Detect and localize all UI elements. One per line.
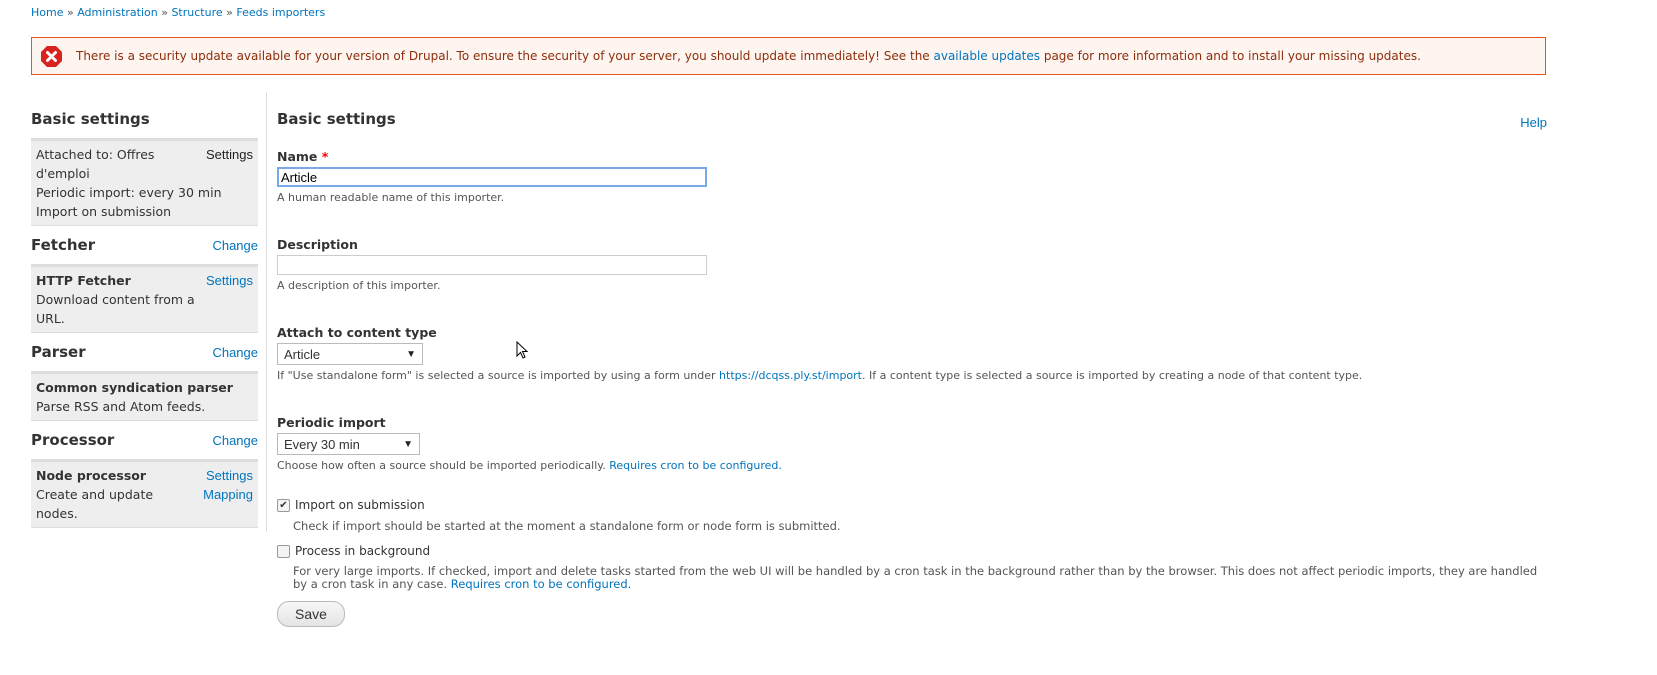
breadcrumb: Home » Administration » Structure » Feed… <box>31 6 325 19</box>
sidebar-section-processor-header: Processor Change <box>31 421 258 459</box>
processor-description: Create and update nodes. <box>36 487 154 521</box>
breadcrumb-feeds-importers[interactable]: Feeds importers <box>236 6 325 19</box>
requires-cron-link[interactable]: Requires cron to be configured. <box>451 577 632 591</box>
import-on-submission-description: Check if import should be started at the… <box>293 519 841 533</box>
breadcrumb-home[interactable]: Home <box>31 6 63 19</box>
basic-settings-link[interactable]: Settings <box>206 145 253 164</box>
content-type-description: If "Use standalone form" is selected a s… <box>277 369 1363 382</box>
breadcrumb-separator: » <box>66 6 74 19</box>
parser-change-link[interactable]: Change <box>212 345 258 360</box>
periodic-import-field-group: Periodic import Every 30 min ▼ Choose how… <box>277 415 782 472</box>
import-on-submission-group: ✔ Import on submission Check if import s… <box>277 498 841 533</box>
required-marker: * <box>321 149 329 164</box>
process-in-background-group: Process in background For very large imp… <box>277 544 1547 591</box>
breadcrumb-separator: » <box>161 6 168 19</box>
periodic-import-description: Choose how often a source should be impo… <box>277 459 782 472</box>
name-input[interactable] <box>277 167 707 187</box>
help-link[interactable]: Help <box>1520 115 1547 130</box>
sidebar-processor-box: Node processor Create and update nodes. … <box>31 459 258 528</box>
save-button[interactable]: Save <box>277 601 345 627</box>
fetcher-change-link[interactable]: Change <box>212 238 258 253</box>
standalone-form-link[interactable]: https://dcqss.ply.st/import <box>719 369 862 382</box>
periodic-import-select[interactable]: Every 30 min ▼ <box>277 433 420 455</box>
sidebar-section-title: Basic settings <box>31 110 150 128</box>
mouse-cursor-icon <box>516 341 528 359</box>
content-type-select[interactable]: Article ▼ <box>277 343 423 365</box>
dropdown-arrow-icon: ▼ <box>403 438 413 450</box>
description-label: Description <box>277 237 358 252</box>
fetcher-name: HTTP Fetcher <box>36 273 131 288</box>
description-help: A description of this importer. <box>277 279 441 292</box>
checkbox-checked-icon[interactable]: ✔ <box>277 498 290 512</box>
parser-description: Parse RSS and Atom feeds. <box>36 399 206 414</box>
periodic-import-label: Periodic import <box>277 415 386 430</box>
description-input[interactable] <box>277 255 707 275</box>
parser-name: Common syndication parser <box>36 380 233 395</box>
sidebar-parser-box: Common syndication parser Parse RSS and … <box>31 371 258 421</box>
processor-mapping-link[interactable]: Mapping <box>203 485 253 504</box>
periodic-import-text: Periodic import: every 30 min <box>36 185 222 200</box>
processor-name: Node processor <box>36 468 147 483</box>
import-on-submission-text: Import on submission <box>36 204 172 219</box>
name-label: Name <box>277 149 318 164</box>
fetcher-description: Download content from a URL. <box>36 292 195 326</box>
page-title: Basic settings <box>277 110 396 128</box>
dropdown-arrow-icon: ▼ <box>406 348 416 360</box>
available-updates-link[interactable]: available updates <box>934 49 1041 63</box>
name-field-group: Name * A human readable name of this imp… <box>277 149 707 204</box>
sidebar-section-fetcher-header: Fetcher Change <box>31 226 258 264</box>
sidebar-section-parser-header: Parser Change <box>31 333 258 371</box>
breadcrumb-separator: » <box>226 6 233 19</box>
column-divider <box>266 92 267 532</box>
attached-to-text: Attached to: Offres d'emploi <box>36 147 155 181</box>
description-field-group: Description A description of this import… <box>277 237 707 292</box>
import-on-submission-checkbox[interactable]: ✔ Import on submission <box>277 498 841 512</box>
sidebar-section-title: Processor <box>31 431 115 449</box>
content-type-label: Attach to content type <box>277 325 437 340</box>
checkbox-unchecked-icon[interactable] <box>277 544 290 558</box>
security-update-message: There is a security update available for… <box>31 37 1546 75</box>
processor-settings-link[interactable]: Settings <box>206 466 253 485</box>
sidebar-fetcher-box: HTTP Fetcher Download content from a URL… <box>31 264 258 333</box>
process-in-background-checkbox[interactable]: Process in background <box>277 544 1547 558</box>
sidebar-section-basic-header: Basic settings <box>31 100 258 138</box>
sidebar-basic-box: Attached to: Offres d'emploi Periodic im… <box>31 138 258 226</box>
fetcher-settings-link[interactable]: Settings <box>206 271 253 290</box>
name-description: A human readable name of this importer. <box>277 191 505 204</box>
processor-change-link[interactable]: Change <box>212 433 258 448</box>
sidebar-section-title: Parser <box>31 343 86 361</box>
content-type-field-group: Attach to content type Article ▼ If "Use … <box>277 325 1547 382</box>
process-in-background-description: For very large imports. If checked, impo… <box>293 564 1538 591</box>
error-icon <box>41 45 62 67</box>
importer-sidebar: Basic settings Attached to: Offres d'emp… <box>31 100 258 528</box>
requires-cron-link[interactable]: Requires cron to be configured. <box>609 459 782 472</box>
breadcrumb-structure[interactable]: Structure <box>171 6 222 19</box>
breadcrumb-administration[interactable]: Administration <box>77 6 158 19</box>
message-text: There is a security update available for… <box>76 49 1421 63</box>
sidebar-section-title: Fetcher <box>31 236 96 254</box>
